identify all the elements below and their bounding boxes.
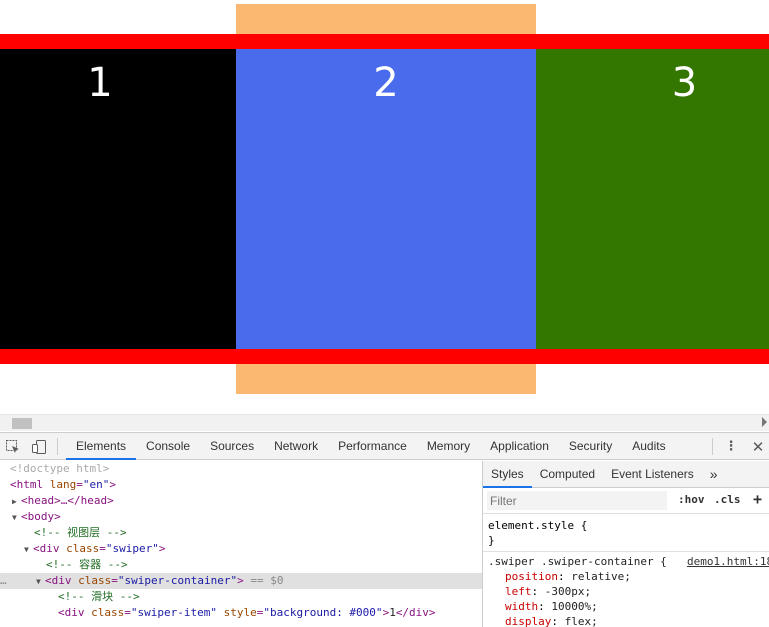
device-toolbar-icon[interactable] bbox=[31, 439, 47, 455]
close-icon[interactable]: ✕ bbox=[750, 439, 766, 455]
css-property[interactable]: left: -300px; bbox=[483, 584, 769, 599]
head-tag: <head>…</head> bbox=[21, 494, 114, 507]
attr-name: style bbox=[223, 606, 257, 619]
node-actions-dots[interactable]: … bbox=[0, 573, 36, 589]
css-property[interactable]: display: flex; bbox=[483, 614, 769, 627]
selected-node-marker: == $0 bbox=[250, 574, 284, 587]
tab-sources[interactable]: Sources bbox=[200, 433, 264, 460]
close-tag: </div> bbox=[395, 606, 436, 619]
toolbar-divider bbox=[57, 438, 58, 455]
property-value: -300px; bbox=[544, 585, 592, 598]
styles-filter-input[interactable] bbox=[487, 491, 667, 510]
node-text: 1 bbox=[389, 606, 396, 619]
more-options-icon[interactable]: ⋮ bbox=[723, 439, 739, 455]
dom-node-comment[interactable]: <!-- 视图层 --> bbox=[0, 525, 482, 541]
property-value: 10000%; bbox=[551, 600, 598, 613]
scroll-right-arrow-icon[interactable] bbox=[762, 417, 767, 427]
property-name: position bbox=[505, 570, 558, 583]
attr-name: class bbox=[66, 542, 100, 555]
swiper-item-2[interactable]: 2 bbox=[236, 49, 536, 349]
tag-name: div bbox=[64, 606, 85, 619]
rule-source-link[interactable]: demo1.html:18 bbox=[687, 554, 769, 569]
attr-value: "swiper" bbox=[105, 542, 159, 555]
scrollbar-thumb[interactable] bbox=[12, 418, 32, 429]
tab-elements[interactable]: Elements bbox=[66, 433, 137, 460]
element-style-selector[interactable]: element.style { bbox=[483, 518, 769, 533]
horizontal-scrollbar[interactable] bbox=[0, 414, 769, 431]
rule-selector-line: .swiper .swiper-container { demo1.html:1… bbox=[483, 554, 769, 569]
slide-number: 2 bbox=[373, 60, 399, 106]
doctype-text: <!doctype html> bbox=[10, 462, 110, 475]
dom-node-doctype[interactable]: <!doctype html> bbox=[0, 461, 482, 477]
devtools-toolbar: Elements Console Sources Network Perform… bbox=[0, 433, 769, 460]
property-name: left bbox=[505, 585, 532, 598]
dom-node-swiper[interactable]: ▼ <div class="swiper"> bbox=[0, 541, 482, 557]
tag-name: div bbox=[39, 542, 60, 555]
class-toggle[interactable]: .cls bbox=[714, 493, 741, 506]
collapse-triangle-icon[interactable]: ▼ bbox=[24, 542, 33, 558]
toolbar-divider bbox=[712, 438, 713, 455]
more-tabs-icon[interactable]: » bbox=[702, 461, 726, 488]
attr-value: "background: #000" bbox=[263, 606, 383, 619]
tab-memory[interactable]: Memory bbox=[417, 433, 480, 460]
styles-filter-row: :hov .cls + bbox=[483, 488, 769, 514]
devtools-panel: Elements Console Sources Network Perform… bbox=[0, 432, 769, 627]
css-property[interactable]: position: relative; bbox=[483, 569, 769, 584]
property-name: display bbox=[505, 615, 552, 627]
tag-name: div bbox=[51, 574, 72, 587]
element-style-close: } bbox=[488, 534, 495, 547]
collapse-triangle-icon[interactable]: ▼ bbox=[36, 574, 45, 590]
collapse-triangle-icon[interactable]: ▼ bbox=[12, 510, 21, 526]
tab-event-listeners[interactable]: Event Listeners bbox=[603, 461, 702, 488]
page-viewport: 1 2 3 bbox=[0, 0, 769, 414]
body-tag: <body> bbox=[21, 510, 61, 523]
dom-node-comment[interactable]: <!-- 容器 --> bbox=[0, 557, 482, 573]
devtools-tabs: Elements Console Sources Network Perform… bbox=[66, 433, 676, 460]
tab-application[interactable]: Application bbox=[480, 433, 559, 460]
slide-number: 3 bbox=[671, 60, 698, 106]
rule-selector[interactable]: .swiper .swiper-container { bbox=[488, 555, 667, 568]
comment-text: <!-- 视图层 --> bbox=[34, 526, 127, 539]
dom-node-html[interactable]: <html lang="en"> bbox=[0, 477, 482, 493]
tab-console[interactable]: Console bbox=[136, 433, 200, 460]
hover-state-toggle[interactable]: :hov bbox=[678, 493, 705, 506]
attr-value: "en" bbox=[82, 478, 110, 491]
attr-value: "swiper-container" bbox=[117, 574, 238, 587]
styles-pane: Styles Computed Event Listeners » :hov .… bbox=[482, 461, 769, 627]
slide-number: 1 bbox=[87, 60, 113, 106]
styles-tabs: Styles Computed Event Listeners » bbox=[483, 461, 769, 488]
dom-node-comment[interactable]: <!-- 滑块 --> bbox=[0, 589, 482, 605]
tab-audits[interactable]: Audits bbox=[622, 433, 675, 460]
css-property[interactable]: width: 10000%; bbox=[483, 599, 769, 614]
tab-security[interactable]: Security bbox=[559, 433, 622, 460]
attr-name: lang bbox=[49, 478, 77, 491]
property-value: flex; bbox=[564, 615, 598, 627]
comment-text: <!-- 滑块 --> bbox=[58, 590, 140, 603]
dom-node-head[interactable]: ▶ <head>…</head> bbox=[0, 493, 482, 509]
tab-performance[interactable]: Performance bbox=[328, 433, 417, 460]
dom-node-swiper-container-selected[interactable]: … ▼ <div class="swiper-container"> == $0 bbox=[0, 573, 482, 589]
attr-value: "swiper-item" bbox=[130, 606, 217, 619]
dom-tree: <!doctype html> <html lang="en"> ▶ <head>… bbox=[0, 461, 482, 627]
inspect-element-icon[interactable] bbox=[5, 439, 21, 455]
swiper-item-1[interactable]: 1 bbox=[0, 49, 236, 349]
rule-divider bbox=[483, 551, 769, 552]
comment-text: <!-- 容器 --> bbox=[46, 558, 128, 571]
tab-styles[interactable]: Styles bbox=[483, 461, 532, 488]
dom-node-swiper-item[interactable]: <div class="swiper-item" style="backgrou… bbox=[0, 605, 482, 621]
expand-triangle-icon[interactable]: ▶ bbox=[12, 494, 21, 510]
dom-node-body[interactable]: ▼ <body> bbox=[0, 509, 482, 525]
attr-name: class bbox=[91, 606, 125, 619]
tab-network[interactable]: Network bbox=[264, 433, 328, 460]
tab-computed[interactable]: Computed bbox=[532, 461, 603, 488]
property-name: width bbox=[505, 600, 539, 613]
tag-name: html bbox=[16, 478, 44, 491]
swiper-item-3[interactable]: 3 bbox=[536, 49, 769, 349]
attr-name: class bbox=[78, 574, 112, 587]
new-style-rule-button[interactable]: + bbox=[753, 490, 762, 508]
property-value: relative; bbox=[571, 570, 631, 583]
